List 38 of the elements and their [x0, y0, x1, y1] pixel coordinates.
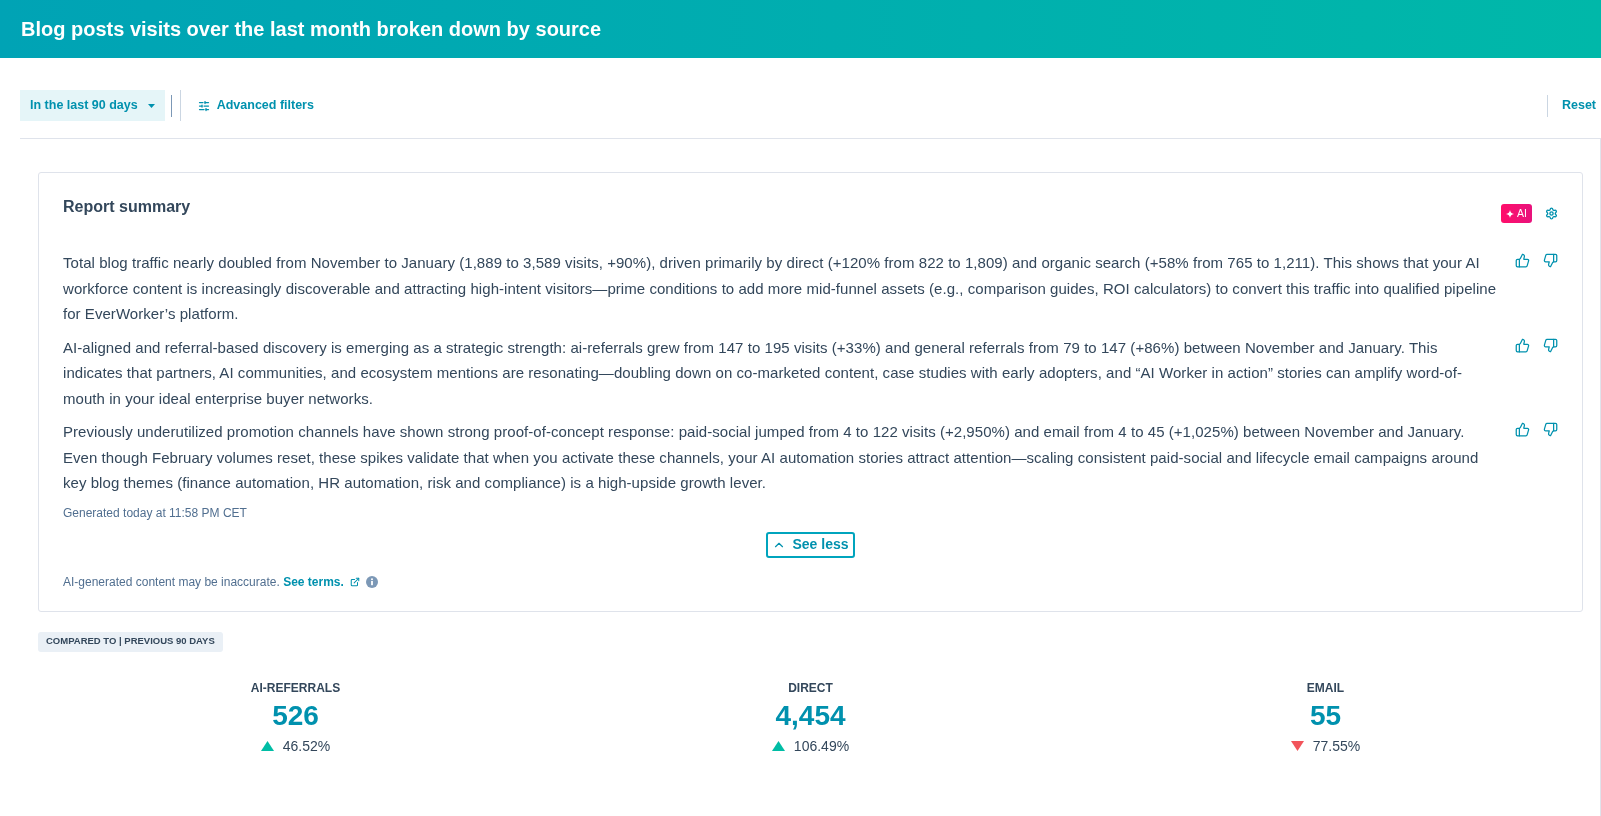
metric-label: EMAIL [1306, 679, 1345, 696]
card-title: Report summary [63, 197, 191, 217]
metric-change: 106.49% [793, 736, 850, 755]
page-title: Blog posts visits over the last month broken down by source [21, 17, 602, 42]
settings-icon[interactable] [1545, 207, 1558, 220]
metric-label: DIRECT [788, 679, 833, 696]
trend-up-icon [260, 740, 274, 751]
advanced-filters-button[interactable]: Advanced filters [197, 96, 314, 115]
thumbs-down-icon[interactable] [1543, 253, 1558, 268]
summary-paragraph: Previously underutilized promotion channels have shown strong proof-of-concept response: paid-social jumped from 4 to 122 visits (+2,950%) and email from 4 to 45 (+1,025%) between November and January. Even though February volumes reset, these spikes validate that when you activate these channels, your AI automation stories attract attention—scaling consistent paid-social and lifecycle email campaigns around key blog themes (finance automation, HR automation, risk and compliance) is a high-upside growth lever. [63, 422, 1480, 493]
trend-down-icon [1290, 740, 1304, 751]
metric-value: 4,454 [775, 699, 846, 732]
metric-label: AI-REFERRALS [250, 679, 341, 696]
info-icon [365, 575, 378, 588]
thumbs-up-icon[interactable] [1515, 337, 1530, 353]
disclaimer-text: AI-generated content may be inaccurate. See terms. [63, 573, 344, 591]
sliders-icon [197, 99, 210, 112]
thumbs-down-icon[interactable] [1543, 337, 1558, 353]
thumbs-up-icon[interactable] [1515, 253, 1530, 268]
metric-change: 46.52% [282, 736, 331, 755]
thumbs-down-icon[interactable] [1543, 422, 1558, 437]
metric-value: 526 [272, 699, 319, 732]
sparkle-icon [1506, 209, 1515, 218]
metric-change: 77.55% [1312, 736, 1361, 755]
timestamp-text: Generated today at 11:58 PM CET [63, 504, 248, 522]
reset-button[interactable]: Reset [1561, 96, 1596, 115]
summary-paragraph: AI-aligned and referral-based discovery is emerging as a strategic strength: ai-referrals grew from 147 to 195 visits (+33%) and general referrals from 79 to 147 (+86%) between November and January. This indicates that partners, AI communities, and ecosystem mentions are resonating—doubling down on co-marketed content, case studies with early adopters, and “AI Worker in action” stories can amplify word-of-mouth in your ideal enterprise buyer networks. [63, 337, 1463, 409]
external-link-icon [349, 576, 360, 587]
caret-icon [147, 103, 155, 108]
ai-label: AI [1517, 205, 1527, 221]
summary-paragraph: Total blog traffic nearly doubled from November to January (1,889 to 3,589 visits, +90%), driven primarily by direct (+120% from 822 to 1,809) and organic search (+58% from 765 to 1,211). This shows that your AI workforce content is increasingly discoverable and attracting high-intent visitors—prime conditions to add more mid-funnel assets (e.g., comparison guides, ROI calculators) to convert this traffic into qualified pipeline for EverWorker’s platform. [63, 253, 1498, 324]
thumbs-up-icon[interactable] [1515, 422, 1530, 437]
terms-link[interactable]: See terms. [283, 574, 344, 589]
comparison-badge: COMPARED TO | PREVIOUS 90 DAYS [38, 631, 223, 652]
trend-up-icon [771, 740, 785, 751]
date-range-dropdown[interactable]: In the last 90 days [20, 90, 165, 121]
metric-value: 55 [1309, 699, 1342, 732]
see-less-button[interactable]: See less [766, 531, 855, 558]
